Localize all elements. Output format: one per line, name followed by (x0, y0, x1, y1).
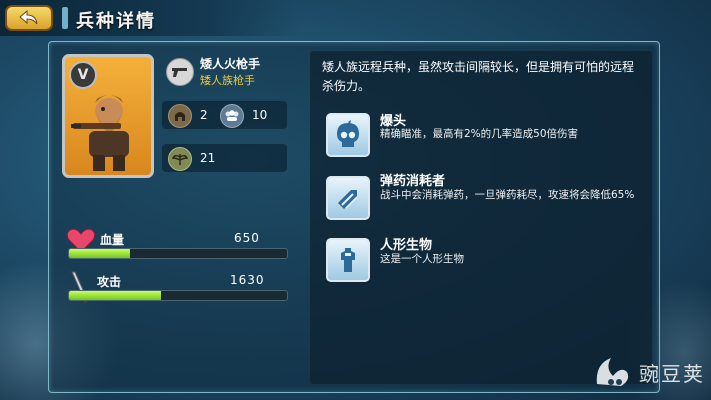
speed-stat-row: 21 (162, 144, 287, 172)
skill-1-desc: 精确瞄准，最高有2%的几率造成50倍伤害 (380, 128, 579, 140)
skill-3-desc: 这是一个人形生物 (380, 253, 464, 265)
page-title: 兵种详情 (76, 11, 156, 32)
watermark-logo-icon (596, 358, 629, 386)
watermark-text: 豌豆荚 (639, 361, 705, 386)
helmet-icon (168, 104, 192, 128)
ammo-icon[interactable] (326, 176, 370, 220)
defense-a-value: 2 (200, 108, 208, 122)
group-icon (220, 104, 244, 128)
back-arrow-icon (19, 10, 38, 25)
attack-bar (68, 290, 288, 301)
unit-portrait[interactable]: V (62, 54, 154, 178)
skull-icon[interactable] (326, 113, 370, 157)
unit-class: 矮人族枪手 (200, 74, 255, 87)
hp-bar-fill (69, 249, 131, 258)
back-button[interactable] (5, 5, 53, 31)
musket-icon (166, 58, 194, 86)
title-decoration (62, 7, 68, 29)
unit-description: 矮人族远程兵种，虽然攻击间隔较长，但是拥有可怕的远程杀伤力。 (322, 60, 635, 93)
attack-value: 1630 (230, 273, 265, 287)
defense-b-value: 10 (252, 108, 268, 122)
wings-icon (168, 147, 192, 171)
unit-name: 矮人火枪手 (200, 57, 261, 71)
watermark: 豌豆荚 (591, 354, 705, 390)
hp-bar (68, 248, 288, 259)
rank-badge: V (69, 61, 97, 89)
hp-label: 血量 (100, 233, 125, 247)
attack-bar-fill (69, 291, 161, 300)
skill-2-desc: 战斗中会消耗弹药，一旦弹药耗尽，攻速将会降低65% (380, 189, 635, 201)
dwarf-musketeer-image (71, 95, 129, 171)
defense-stat-row: 2 10 (162, 101, 287, 129)
hp-value: 650 (234, 231, 260, 245)
humanoid-icon[interactable] (326, 238, 370, 282)
speed-value: 21 (200, 151, 216, 165)
attack-label: 攻击 (97, 275, 122, 289)
